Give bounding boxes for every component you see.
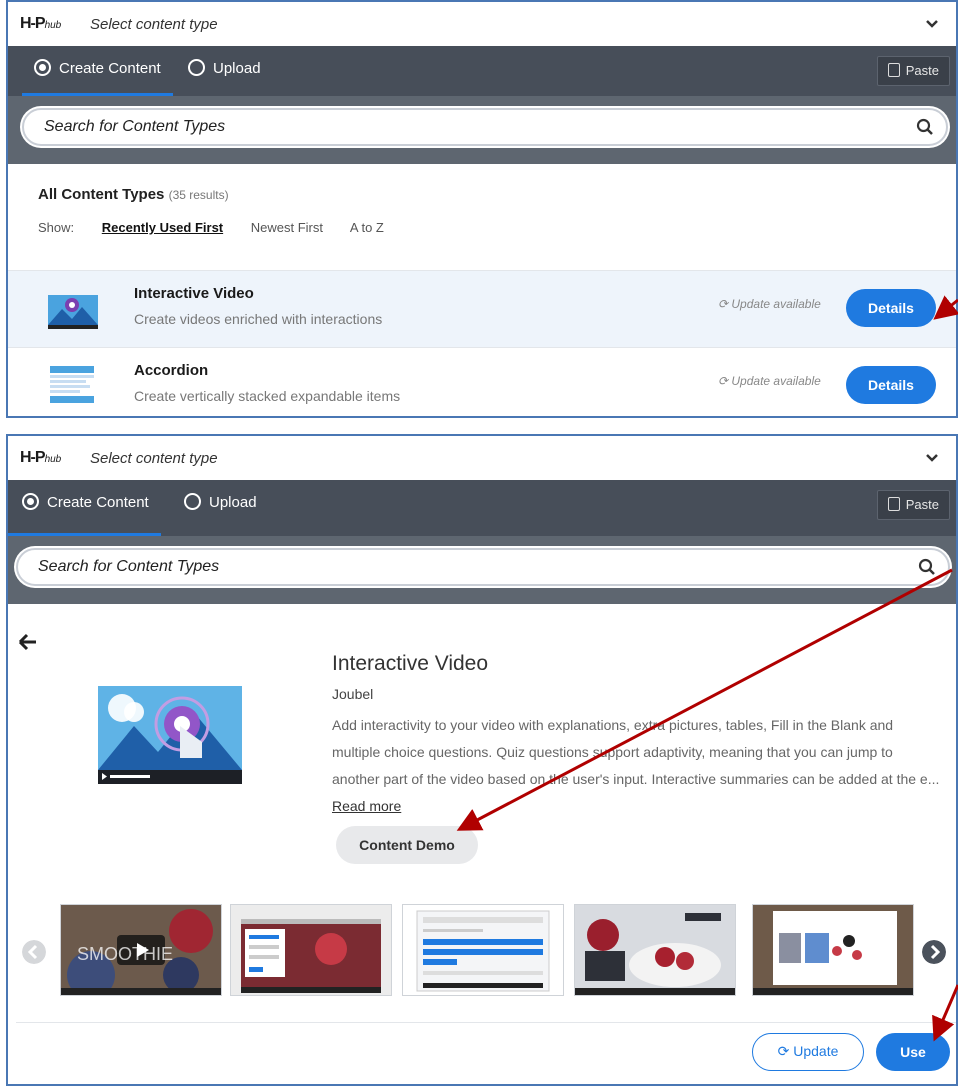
tab-create-content[interactable]: Create Content: [22, 46, 173, 96]
list-item[interactable]: Accordion Create vertically stacked expa…: [8, 347, 956, 416]
item-description: Create vertically stacked expandable ite…: [134, 388, 401, 404]
search-box[interactable]: [16, 548, 950, 586]
update-status: ⟳ Update available: [718, 297, 821, 311]
clipboard-icon: [887, 497, 900, 511]
search-bar: [8, 96, 956, 164]
sort-recently-used[interactable]: Recently Used First: [102, 220, 223, 235]
detail-title: Interactive Video: [332, 652, 489, 675]
divider: [16, 1022, 956, 1023]
clipboard-icon: [887, 63, 900, 77]
details-button[interactable]: Details: [846, 366, 936, 404]
thumbnail-image: [575, 905, 735, 995]
sort-a-to-z[interactable]: A to Z: [350, 220, 384, 235]
search-icon[interactable]: [918, 558, 936, 576]
screenshot-thumbnail[interactable]: SMOOTHIE: [60, 904, 222, 996]
interactive-video-large-icon: [98, 686, 242, 784]
list-item[interactable]: Interactive Video Create videos enriched…: [8, 270, 956, 347]
details-button[interactable]: Details: [846, 289, 936, 327]
use-button[interactable]: Use: [876, 1033, 950, 1071]
accordion-icon: [50, 366, 94, 403]
refresh-icon: ⟳: [777, 1043, 794, 1059]
sort-options: Show: Recently Used First Newest First A…: [38, 220, 408, 235]
read-more-link[interactable]: Read more: [332, 798, 401, 814]
refresh-icon: ⟳: [718, 374, 732, 388]
radio-icon: [184, 493, 201, 510]
result-count: (35 results): [168, 188, 229, 202]
hub-header[interactable]: H-Phub Select content type: [8, 436, 956, 480]
update-button[interactable]: ⟳ Update: [752, 1033, 864, 1071]
header-title: Select content type: [90, 450, 218, 467]
thumbnail-image: [403, 905, 563, 995]
item-name: Interactive Video: [134, 285, 254, 302]
carousel-next-icon[interactable]: [922, 940, 946, 964]
radio-selected-icon: [22, 493, 39, 510]
tab-upload[interactable]: Upload: [188, 46, 261, 96]
search-icon[interactable]: [916, 118, 934, 136]
hub-header[interactable]: H-Phub Select content type: [8, 2, 956, 46]
update-status: ⟳ Update available: [718, 374, 821, 388]
detail-description: Add interactivity to your video with exp…: [332, 717, 940, 814]
radio-icon: [188, 59, 205, 76]
content-demo-button[interactable]: Content Demo: [336, 826, 478, 864]
radio-selected-icon: [34, 59, 51, 76]
back-arrow-icon[interactable]: [18, 632, 38, 652]
paste-button[interactable]: Paste: [876, 490, 950, 520]
item-name: Accordion: [134, 362, 209, 379]
thumbnail-caption: SMOOTHIE: [77, 944, 173, 964]
tab-bar: Create Content Upload Paste: [8, 46, 956, 96]
tab-upload[interactable]: Upload: [184, 480, 257, 530]
item-description: Create videos enriched with interactions: [134, 311, 383, 327]
chevron-down-icon[interactable]: [924, 16, 940, 32]
search-bar: [8, 536, 956, 604]
search-box[interactable]: [22, 108, 948, 146]
refresh-icon: ⟳: [718, 297, 732, 311]
tab-bar: Create Content Upload Paste: [8, 480, 956, 536]
tab-create-content[interactable]: Create Content: [8, 480, 161, 536]
screenshot-thumbnail[interactable]: [402, 904, 564, 996]
section-title: All Content Types (35 results): [38, 186, 229, 203]
header-title: Select content type: [90, 16, 218, 33]
search-input[interactable]: [24, 110, 782, 144]
screenshot-thumbnail[interactable]: [230, 904, 392, 996]
thumbnail-image: SMOOTHIE: [61, 905, 221, 995]
thumbnail-image: [231, 905, 391, 995]
h5p-hub-logo: H-Phub: [20, 449, 62, 466]
search-input[interactable]: [18, 550, 782, 584]
sort-newest[interactable]: Newest First: [251, 220, 323, 235]
screenshot-thumbnail[interactable]: [752, 904, 914, 996]
screenshot-thumbnail[interactable]: [574, 904, 736, 996]
carousel-prev-icon[interactable]: [22, 940, 46, 964]
h5p-hub-logo: H-Phub: [20, 15, 62, 32]
show-label: Show:: [38, 220, 75, 235]
chevron-down-icon[interactable]: [924, 450, 940, 466]
thumbnail-image: [753, 905, 913, 995]
detail-author: Joubel: [332, 686, 374, 702]
content-type-detail-panel: H-Phub Select content type Create Conten…: [6, 434, 958, 1086]
content-type-list-panel: H-Phub Select content type Create Conten…: [6, 0, 958, 418]
interactive-video-icon: [48, 295, 98, 329]
paste-button[interactable]: Paste: [876, 56, 950, 86]
